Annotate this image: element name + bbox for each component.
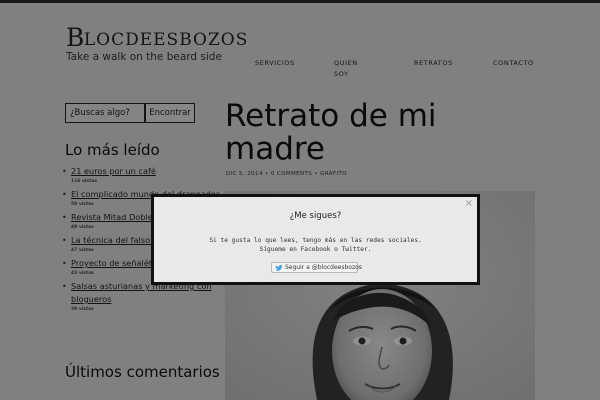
close-icon[interactable]: × xyxy=(465,199,473,209)
twitter-follow-button[interactable]: Seguir a @blocdeesbozos xyxy=(271,262,362,273)
modal-message-line-1: Si te gusta lo que lees, tengo más en la… xyxy=(209,237,422,244)
modal-message: Si te gusta lo que lees, tengo más en la… xyxy=(154,236,477,254)
follow-label: Seguir a @blocdeesbozos xyxy=(285,264,362,271)
modal-message-line-2: Sígueme en Facebook o Twitter. xyxy=(259,246,372,253)
modal-title: ¿Me sigues? xyxy=(289,211,342,221)
twitter-bird-icon xyxy=(275,265,283,271)
follow-modal: × ¿Me sigues? Si te gusta lo que lees, t… xyxy=(151,194,480,285)
